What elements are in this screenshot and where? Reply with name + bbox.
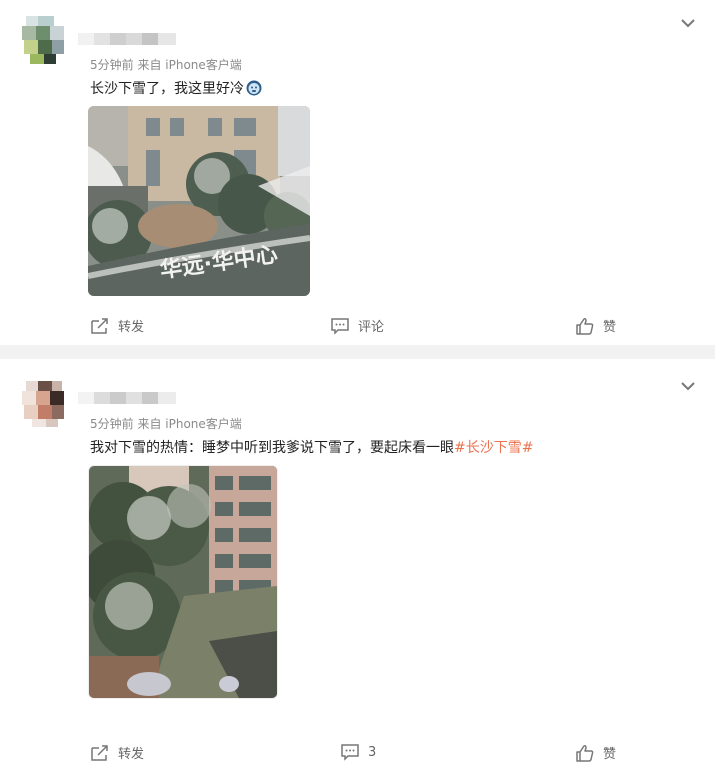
comment-count: 3 <box>368 744 377 760</box>
forward-button[interactable]: 转发 <box>90 316 144 335</box>
hashtag-link[interactable]: #长沙下雪# <box>454 440 533 456</box>
comment-icon <box>331 317 349 335</box>
post-actions: 转发 3 赞 <box>0 743 715 765</box>
post-photo[interactable] <box>88 465 278 699</box>
post-meta: 5分钟前 来自 iPhone客户端 <box>90 417 242 431</box>
forward-label: 转发 <box>118 747 145 762</box>
like-button[interactable]: 赞 <box>575 743 616 762</box>
thumbs-up-icon <box>576 317 594 335</box>
comment-label: 评论 <box>358 320 385 335</box>
post-text-body: 长沙下雪了，我这里好冷 <box>90 81 244 97</box>
post-meta: 5分钟前 来自 iPhone客户端 <box>90 58 242 72</box>
forward-label: 转发 <box>118 320 145 335</box>
username-blurred[interactable] <box>78 389 176 407</box>
like-label: 赞 <box>603 320 617 335</box>
post-text: 长沙下雪了，我这里好冷 <box>90 78 262 98</box>
post-actions: 转发 评论 赞 <box>0 316 715 338</box>
username-blurred[interactable] <box>78 30 176 48</box>
forward-button[interactable]: 转发 <box>90 743 144 762</box>
like-button[interactable]: 赞 <box>575 316 616 335</box>
avatar[interactable] <box>14 373 74 433</box>
comment-button[interactable]: 评论 <box>330 316 384 335</box>
comment-button[interactable]: 3 <box>340 743 376 761</box>
forward-icon <box>91 317 108 334</box>
chevron-down-icon[interactable] <box>677 12 699 34</box>
post-divider <box>0 345 715 359</box>
avatar[interactable] <box>14 10 74 70</box>
chevron-down-icon[interactable] <box>677 375 699 397</box>
cold-face-emoji-icon <box>246 80 262 96</box>
like-label: 赞 <box>603 747 617 762</box>
thumbs-up-icon <box>576 744 594 762</box>
comment-icon <box>341 744 359 761</box>
feed-post-2: 5分钟前 来自 iPhone客户端 我对下雪的热情：睡梦中听到我爹说下雪了，要起… <box>0 359 715 775</box>
post-text: 我对下雪的热情：睡梦中听到我爹说下雪了，要起床看一眼#长沙下雪# <box>90 437 533 457</box>
post-photo[interactable]: 华远·华中心 <box>88 106 310 296</box>
forward-icon <box>91 744 108 761</box>
feed-post-1: 5分钟前 来自 iPhone客户端 长沙下雪了，我这里好冷 华远·华中心 转发 … <box>0 0 715 345</box>
post-text-body: 我对下雪的热情：睡梦中听到我爹说下雪了，要起床看一眼 <box>90 440 454 456</box>
